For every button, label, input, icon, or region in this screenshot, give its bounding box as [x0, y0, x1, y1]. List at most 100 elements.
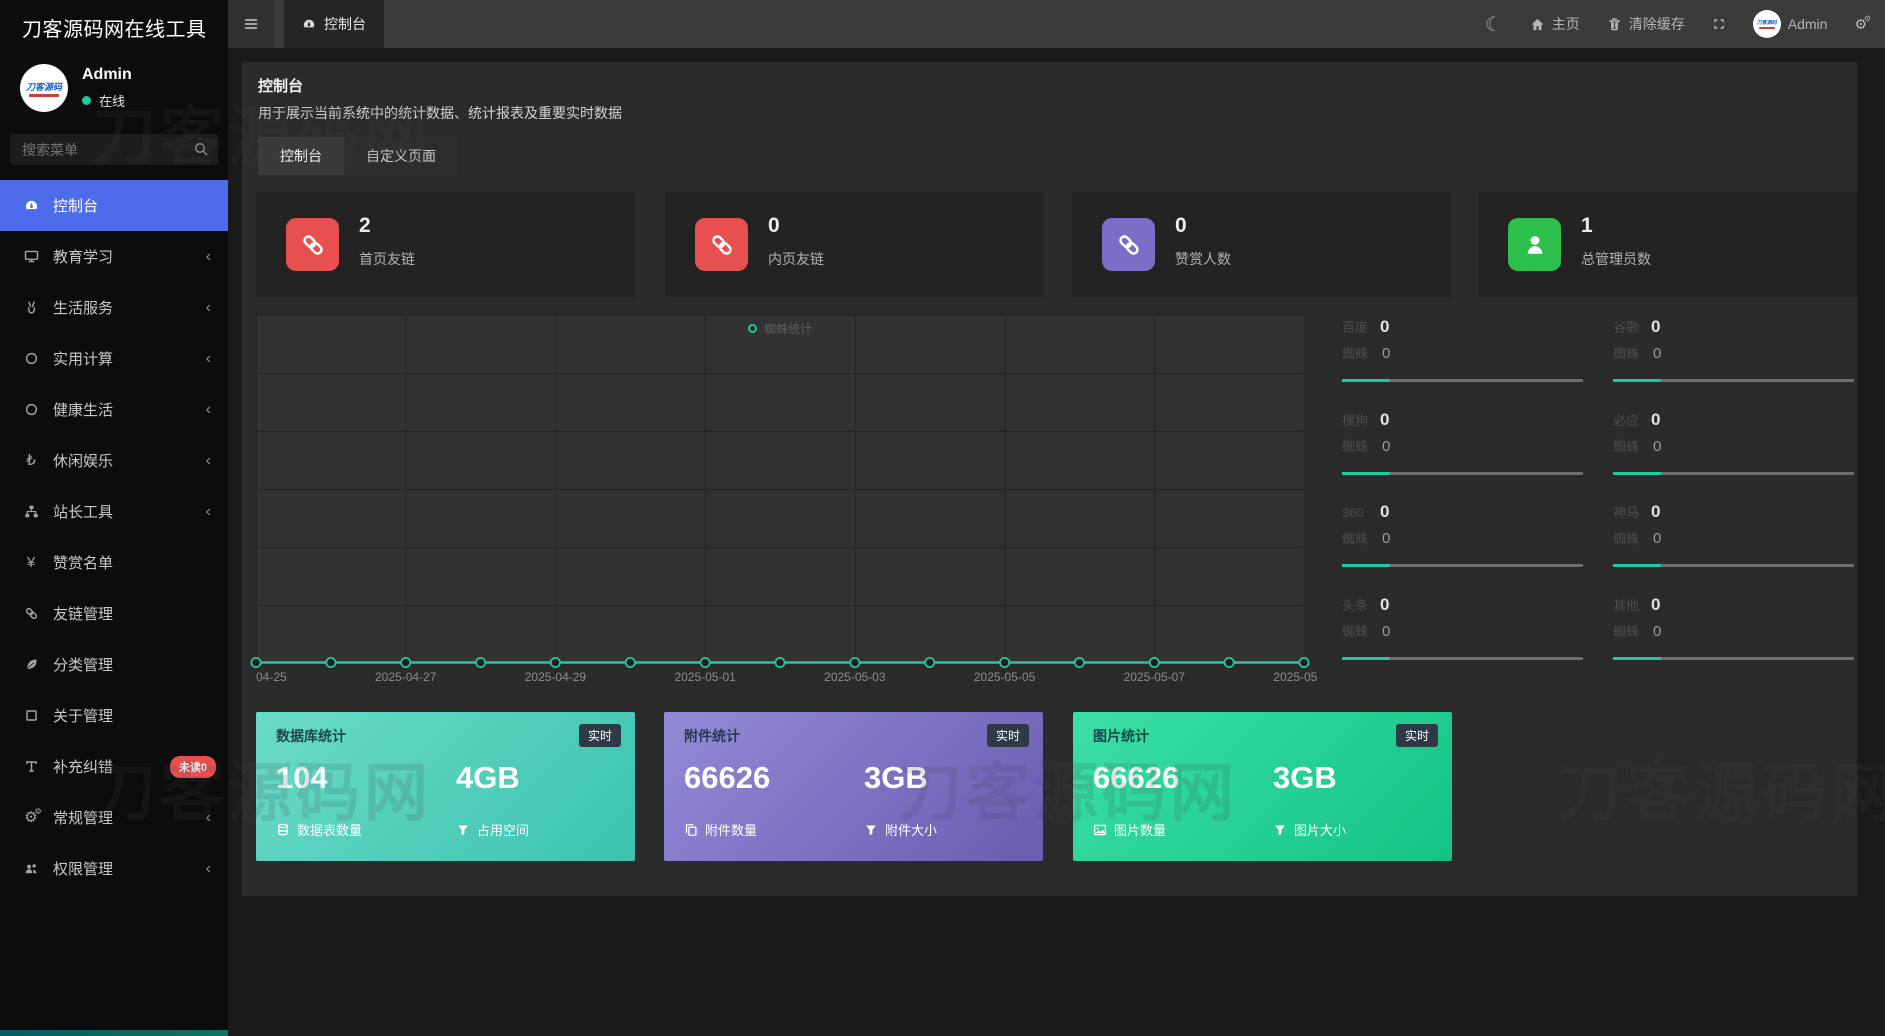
spider-stat-block-0: 百度0蜘蛛0	[1342, 317, 1583, 387]
stat-card-1: 0内页友链	[665, 192, 1044, 297]
realtime-card-title: 图片统计	[1093, 726, 1149, 746]
realtime-card-title: 附件统计	[684, 726, 740, 746]
content-tabs: 控制台自定义页面	[258, 137, 458, 175]
brand-title: 刀客源码网在线工具	[0, 0, 228, 54]
admin-label: Admin	[1788, 16, 1828, 32]
sidebar-item-13[interactable]: 权限管理‹	[0, 843, 228, 894]
home-label: 主页	[1552, 14, 1580, 34]
fullscreen-icon[interactable]	[1712, 17, 1726, 31]
chart-line-svg	[256, 315, 1304, 671]
spider-stat-block-7: 其他0蜘蛛0	[1613, 595, 1854, 665]
sidebar-item-label: 分类管理	[53, 654, 113, 675]
spider-yesterday-value: 0	[1653, 623, 1661, 640]
square-icon	[21, 708, 41, 723]
spider-name: 搜狗	[1342, 410, 1374, 429]
sidebar-item-10[interactable]: 关于管理	[0, 690, 228, 741]
sidebar-item-6[interactable]: 站长工具‹	[0, 486, 228, 537]
spider-today-value: 0	[1651, 595, 1660, 615]
sidebar-bottom-accent	[0, 1030, 228, 1036]
realtime-label-2: 附件大小	[864, 820, 937, 839]
spider-stat-block-5: 神马0蜘蛛0	[1613, 502, 1854, 572]
sidebar-item-9[interactable]: 分类管理	[0, 639, 228, 690]
spider-progress-bar	[1613, 472, 1854, 475]
realtime-label-1-text: 附件数量	[705, 820, 757, 839]
admin-menu[interactable]: 刀客源码 Admin	[1753, 10, 1828, 38]
lira-icon: ₺	[21, 453, 41, 468]
sidebar-item-8[interactable]: 友链管理	[0, 588, 228, 639]
chevron-left-icon: ‹	[206, 810, 211, 826]
spider-today-value: 0	[1380, 317, 1389, 337]
spider-sub-label: 蜘蛛	[1613, 528, 1645, 547]
sidebar-item-12[interactable]: ⚙⚙常规管理‹	[0, 792, 228, 843]
spider-today-value: 0	[1380, 595, 1389, 615]
sidebar-item-2[interactable]: 生活服务‹	[0, 282, 228, 333]
link-icon	[1102, 218, 1155, 271]
chart-x-axis-labels: 2025-04-252025-04-272025-04-292025-05-01…	[256, 670, 1318, 688]
link-icon	[21, 606, 41, 621]
spider-stat-block-6: 头条0蜘蛛0	[1342, 595, 1583, 665]
realtime-value-1: 66626	[1093, 760, 1179, 796]
realtime-label-2: 占用空间	[456, 820, 529, 839]
spider-chart[interactable]: 蜘蛛统计	[256, 315, 1304, 663]
tab-0[interactable]: 控制台	[258, 137, 344, 175]
chevron-left-icon: ‹	[206, 351, 211, 367]
realtime-label-2-text: 图片大小	[1294, 820, 1346, 839]
home-link[interactable]: 主页	[1530, 14, 1580, 34]
spider-progress-bar	[1342, 564, 1583, 567]
stat-card-2: 0赞赏人数	[1072, 192, 1451, 297]
sidebar-item-3[interactable]: 实用计算 ‹	[0, 333, 228, 384]
user-avatar[interactable]: 刀客源码	[20, 64, 68, 112]
sidebar-item-label: 实用计算	[53, 348, 113, 369]
sidebar-item-label: 生活服务	[53, 297, 113, 318]
spider-stat-block-2: 搜狗0蜘蛛0	[1342, 410, 1583, 480]
search-icon[interactable]	[193, 141, 209, 157]
sidebar-item-label: 友链管理	[53, 603, 113, 624]
realtime-value-2: 4GB	[456, 760, 520, 796]
realtime-value-1: 66626	[684, 760, 770, 796]
chart-legend[interactable]: 蜘蛛统计	[748, 320, 812, 337]
trash-icon	[1607, 17, 1622, 32]
hamburger-menu-icon[interactable]	[228, 0, 274, 48]
spider-stat-block-3: 必应0蜘蛛0	[1613, 410, 1854, 480]
tab-1[interactable]: 自定义页面	[344, 137, 458, 175]
legend-dot-icon	[748, 324, 757, 333]
user-name: Admin	[82, 66, 132, 84]
clear-cache-button[interactable]: 清除缓存	[1607, 14, 1685, 34]
dark-mode-moon-icon[interactable]: ☾	[1485, 12, 1503, 37]
sidebar-item-label: 站长工具	[53, 501, 113, 522]
sidebar-item-5[interactable]: ₺休闲娱乐‹	[0, 435, 228, 486]
peace-hand-icon	[21, 300, 41, 315]
sidebar-item-4[interactable]: 健康生活‹	[0, 384, 228, 435]
settings-gears-icon[interactable]: ⚙⚙	[1854, 17, 1867, 31]
funnel-icon	[456, 823, 470, 837]
sidebar-item-label: 控制台	[53, 195, 98, 216]
online-dot	[82, 96, 91, 105]
spider-name: 必应	[1613, 410, 1645, 429]
x-tick-4: 2025-05-03	[824, 670, 885, 684]
spider-sub-label: 蜘蛛	[1613, 436, 1645, 455]
search-input[interactable]	[10, 134, 218, 165]
sidebar-item-11[interactable]: 补充纠错未读0	[0, 741, 228, 792]
sidebar-item-label: 健康生活	[53, 399, 113, 420]
navbar-tab-dashboard[interactable]: 控制台	[284, 0, 384, 48]
home-icon	[1530, 17, 1545, 32]
realtime-label-1: 附件数量	[684, 820, 757, 839]
spider-today-value: 0	[1651, 502, 1660, 522]
realtime-card-0: 数据库统计实时1044GB数据表数量占用空间	[256, 712, 635, 861]
gauge-icon	[21, 198, 41, 213]
chevron-left-icon: ‹	[206, 453, 211, 469]
realtime-card-2: 图片统计实时666263GB图片数量图片大小	[1073, 712, 1452, 861]
sidebar-item-1[interactable]: 教育学习‹	[0, 231, 228, 282]
spider-yesterday-value: 0	[1653, 345, 1661, 362]
yen-icon: ¥	[21, 555, 41, 570]
realtime-label-1: 数据表数量	[276, 820, 362, 839]
realtime-label-2: 图片大小	[1273, 820, 1346, 839]
funnel-icon	[864, 823, 878, 837]
stat-label: 赞赏人数	[1175, 249, 1231, 269]
avatar-logo-underline	[1759, 27, 1775, 29]
spider-name: 360	[1342, 505, 1374, 520]
circle-icon	[21, 351, 41, 366]
stat-value: 1	[1581, 214, 1593, 238]
sidebar-item-7[interactable]: ¥赞赏名单	[0, 537, 228, 588]
sidebar-item-0[interactable]: 控制台	[0, 180, 228, 231]
